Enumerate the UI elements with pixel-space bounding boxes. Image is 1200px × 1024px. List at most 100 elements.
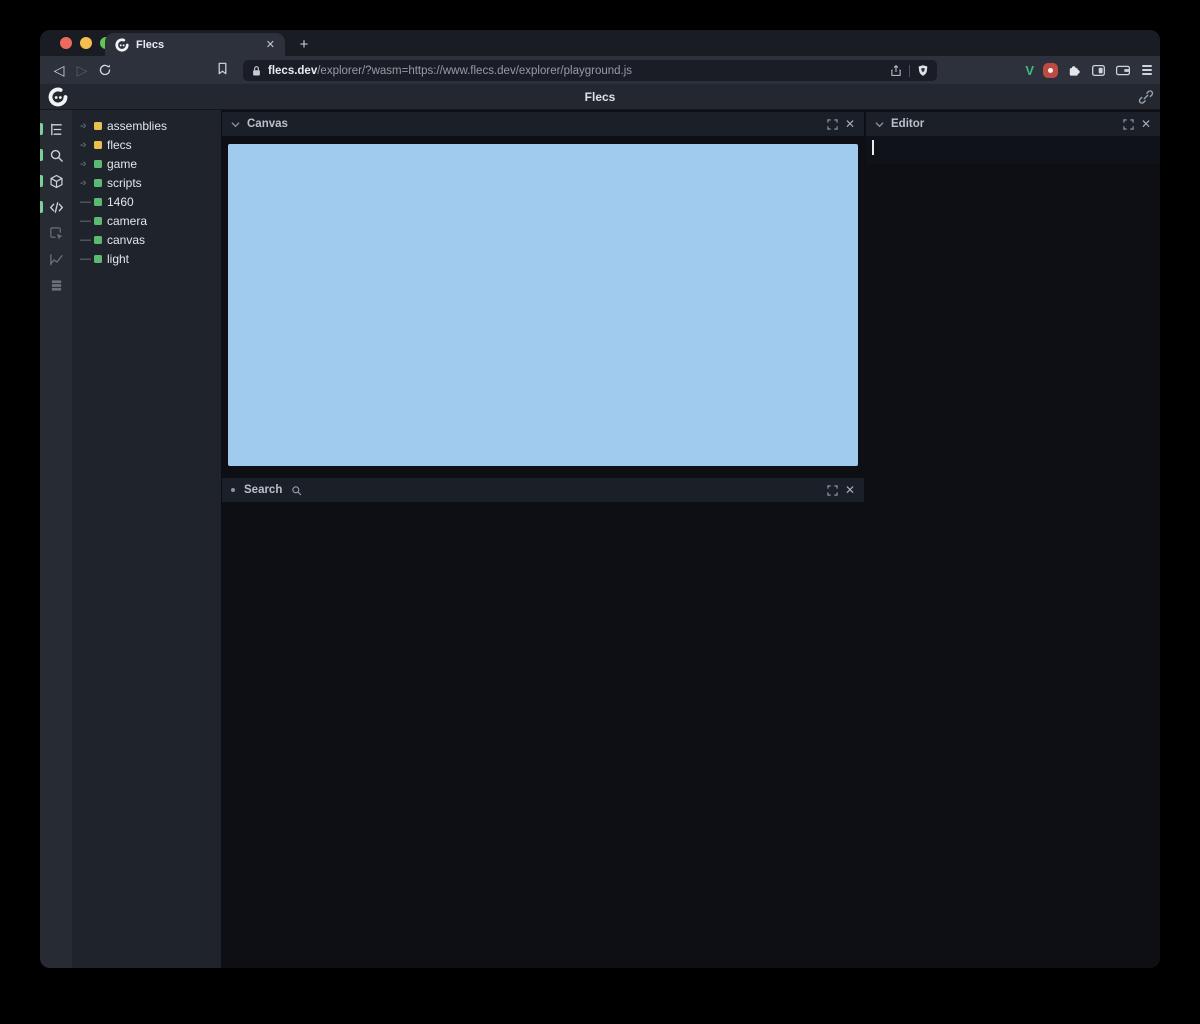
canvas-panel: Canvas ✕ bbox=[222, 112, 864, 472]
tree-item-canvas[interactable]: — canvas bbox=[72, 230, 221, 249]
url-domain: flecs.dev bbox=[268, 65, 317, 77]
tree-item-label[interactable]: flecs bbox=[107, 138, 132, 152]
address-bar-actions bbox=[890, 64, 929, 77]
url-text[interactable]: flecs.dev/explorer/?wasm=https://www.fle… bbox=[268, 65, 884, 77]
chevron-down-icon[interactable] bbox=[875, 120, 884, 129]
share-icon[interactable] bbox=[890, 64, 902, 77]
editor-panel-header: Editor ✕ bbox=[866, 112, 1160, 136]
search-panel-header: Search ✕ bbox=[222, 478, 864, 502]
canvas-viewport[interactable] bbox=[228, 144, 858, 466]
tree-item-light[interactable]: — light bbox=[72, 249, 221, 268]
collapsed-indicator-icon[interactable] bbox=[231, 488, 235, 492]
sidebar-item[interactable] bbox=[40, 116, 72, 142]
vue-devtools-icon[interactable]: V bbox=[1025, 63, 1034, 78]
close-panel-icon[interactable]: ✕ bbox=[1141, 118, 1151, 130]
tree-expander-icon[interactable]: -› bbox=[80, 120, 94, 132]
tree-item-label[interactable]: assemblies bbox=[107, 119, 167, 133]
browser-menu-icon[interactable] bbox=[1140, 65, 1154, 75]
lock-icon bbox=[251, 65, 262, 77]
browser-toolbar: ◁ ▷ flecs.dev/explorer/?wasm=https://www… bbox=[40, 56, 1160, 84]
brave-shield-icon[interactable] bbox=[917, 64, 929, 77]
sidebar-item[interactable] bbox=[40, 220, 72, 246]
close-panel-icon[interactable]: ✕ bbox=[845, 118, 855, 130]
browser-tab-bar: Flecs ✕ + bbox=[40, 30, 1160, 56]
tree-item-label[interactable]: light bbox=[107, 252, 129, 266]
tree-item-label[interactable]: scripts bbox=[107, 176, 142, 190]
close-window-button[interactable] bbox=[60, 37, 72, 49]
search-icon bbox=[49, 148, 64, 163]
bookmark-icon[interactable] bbox=[215, 61, 233, 79]
close-panel-icon[interactable]: ✕ bbox=[845, 484, 855, 496]
new-tab-button[interactable]: + bbox=[292, 33, 316, 56]
tab-title: Flecs bbox=[136, 39, 259, 51]
sidebar-item[interactable] bbox=[40, 246, 72, 272]
code-icon bbox=[49, 200, 64, 215]
sidebar-item[interactable] bbox=[40, 272, 72, 298]
tree-guide: — bbox=[80, 253, 94, 265]
tree-expander-icon[interactable]: -› bbox=[80, 177, 94, 189]
tree-item-label[interactable]: canvas bbox=[107, 233, 145, 247]
panel-title: Canvas bbox=[247, 118, 288, 130]
desktop: Flecs ✕ + ◁ ▷ flec bbox=[0, 0, 1200, 1024]
sidebar-toggle-icon[interactable] bbox=[1091, 63, 1106, 78]
tree-item-label[interactable]: camera bbox=[107, 214, 147, 228]
tree-item-flecs[interactable]: -› flecs bbox=[72, 135, 221, 154]
list-tree-icon bbox=[49, 122, 64, 137]
minimize-window-button[interactable] bbox=[80, 37, 92, 49]
entity-kind-swatch bbox=[94, 160, 102, 168]
workspace: Canvas ✕ Search ✕ bbox=[221, 110, 1160, 968]
tab-close-icon[interactable]: ✕ bbox=[266, 38, 275, 51]
sidebar-item[interactable] bbox=[40, 168, 72, 194]
tree-item-camera[interactable]: — camera bbox=[72, 211, 221, 230]
tool-sidebar bbox=[40, 110, 72, 968]
search-panel: Search ✕ bbox=[222, 478, 864, 502]
address-bar[interactable]: flecs.dev/explorer/?wasm=https://www.fle… bbox=[243, 60, 937, 81]
editor-panel: Editor ✕ bbox=[866, 112, 1160, 164]
search-icon bbox=[291, 485, 302, 496]
sidebar-item[interactable] bbox=[40, 142, 72, 168]
tree-item-scripts[interactable]: -› scripts bbox=[72, 173, 221, 192]
red-extension-icon[interactable] bbox=[1043, 63, 1058, 78]
tree-item-label[interactable]: 1460 bbox=[107, 195, 134, 209]
tree-expander-icon[interactable]: -› bbox=[80, 158, 94, 170]
wallet-icon[interactable] bbox=[1115, 63, 1131, 78]
editor-text-area[interactable] bbox=[866, 136, 1160, 164]
extensions-puzzle-icon[interactable] bbox=[1067, 63, 1082, 78]
share-link-icon[interactable] bbox=[1138, 89, 1154, 105]
canvas-panel-header: Canvas ✕ bbox=[222, 112, 864, 136]
entity-kind-swatch bbox=[94, 255, 102, 263]
forward-button: ▷ bbox=[70, 56, 94, 84]
extension-cluster: V bbox=[1025, 56, 1154, 84]
active-indicator bbox=[40, 175, 43, 187]
divider bbox=[909, 65, 910, 77]
entity-kind-swatch bbox=[94, 236, 102, 244]
sidebar-item[interactable] bbox=[40, 194, 72, 220]
entity-kind-swatch bbox=[94, 217, 102, 225]
fullscreen-icon[interactable] bbox=[1123, 119, 1134, 130]
active-indicator bbox=[40, 123, 43, 135]
tree-item-1460[interactable]: — 1460 bbox=[72, 192, 221, 211]
reload-button[interactable] bbox=[93, 56, 117, 84]
line-chart-icon bbox=[49, 252, 64, 267]
browser-window: Flecs ✕ + ◁ ▷ flec bbox=[40, 30, 1160, 968]
tree-item-label[interactable]: game bbox=[107, 157, 137, 171]
flecs-favicon-icon bbox=[115, 38, 129, 52]
entity-tree-panel: -› assemblies -› flecs -› game -› script… bbox=[72, 110, 221, 968]
active-indicator bbox=[40, 149, 43, 161]
active-indicator bbox=[40, 201, 43, 213]
tree-expander-icon[interactable]: -› bbox=[80, 139, 94, 151]
cube-icon bbox=[49, 174, 64, 189]
fullscreen-icon[interactable] bbox=[827, 119, 838, 130]
tree-guide: — bbox=[80, 196, 94, 208]
tree-item-assemblies[interactable]: -› assemblies bbox=[72, 116, 221, 135]
entity-kind-swatch bbox=[94, 198, 102, 206]
app-header: Flecs bbox=[40, 84, 1160, 110]
entity-kind-swatch bbox=[94, 179, 102, 187]
chevron-down-icon[interactable] bbox=[231, 120, 240, 129]
text-caret bbox=[872, 140, 874, 155]
tree-item-game[interactable]: -› game bbox=[72, 154, 221, 173]
browser-tab[interactable]: Flecs ✕ bbox=[105, 33, 285, 56]
fullscreen-icon[interactable] bbox=[827, 485, 838, 496]
back-button[interactable]: ◁ bbox=[47, 56, 71, 84]
inspect-cursor-icon bbox=[49, 226, 64, 241]
